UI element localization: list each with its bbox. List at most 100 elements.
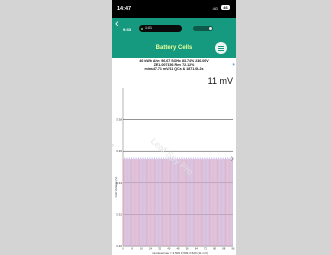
cell-bar bbox=[129, 159, 131, 246]
cell-bar bbox=[218, 157, 220, 246]
status-bar: 14:47 4G 46 bbox=[112, 0, 236, 18]
x-tick-label: 80 bbox=[213, 247, 216, 251]
cell-bar bbox=[173, 159, 175, 246]
cell-bar bbox=[131, 157, 133, 246]
x-tick-label: 48 bbox=[177, 247, 180, 251]
cell-bar bbox=[215, 157, 217, 246]
x-tick-label: 32 bbox=[158, 247, 161, 251]
cell-bar bbox=[165, 157, 167, 246]
cell-bar bbox=[143, 159, 145, 246]
cell-bar bbox=[153, 157, 155, 246]
cell-bar bbox=[150, 159, 152, 246]
cell-bar bbox=[205, 159, 207, 246]
cell-bar bbox=[197, 157, 199, 246]
cell-bar bbox=[140, 157, 142, 246]
cell-bar bbox=[211, 157, 213, 246]
chart-svg: 3.383.363.343.323.300 8 16 24 32 40 48 56 64 72 80… bbox=[114, 76, 235, 255]
x-tick-label: 8 bbox=[131, 247, 133, 251]
menu-button[interactable] bbox=[215, 42, 227, 54]
cell-bar bbox=[159, 159, 161, 246]
cell-bar bbox=[200, 159, 202, 246]
cell-bar bbox=[132, 159, 134, 246]
cell-bar bbox=[141, 159, 143, 246]
cell-bar bbox=[204, 157, 206, 246]
phone-screen: 14:47 4G 46 ‹ 9:33 1:01 Battery Cells 40… bbox=[112, 0, 236, 255]
cell-bar bbox=[198, 159, 200, 246]
next-page-arrow-icon[interactable]: › bbox=[230, 153, 234, 165]
chart-bars bbox=[123, 157, 233, 246]
cell-bar bbox=[163, 157, 165, 246]
cell-bar bbox=[169, 157, 172, 246]
x-tick-label: 96 bbox=[232, 247, 235, 251]
status-time: 14:47 bbox=[117, 6, 132, 12]
battery-badge: 46 bbox=[221, 5, 230, 10]
cell-bar bbox=[219, 159, 221, 246]
cell-bar bbox=[214, 159, 216, 246]
cell-bar bbox=[134, 159, 136, 246]
cell-bar bbox=[227, 157, 229, 246]
x-tick-label: 88 bbox=[222, 247, 225, 251]
back-chevron-icon[interactable]: ‹ bbox=[115, 19, 119, 30]
y-axis-label: Cell Voltage (V) bbox=[114, 177, 118, 198]
y-tick-label: 3.36 bbox=[116, 149, 122, 153]
cell-bar bbox=[176, 157, 178, 246]
cell-bar bbox=[228, 159, 230, 246]
cell-bar bbox=[136, 159, 138, 246]
cell-bar bbox=[230, 159, 232, 246]
cell-bar bbox=[231, 157, 233, 246]
call-controls[interactable] bbox=[193, 26, 213, 31]
cell-bar bbox=[221, 159, 223, 246]
cell-bar bbox=[128, 157, 130, 246]
star-icon[interactable]: * bbox=[232, 63, 235, 70]
x-tick-label: 72 bbox=[204, 247, 207, 251]
cell-bar bbox=[124, 157, 126, 246]
menu-line-icon bbox=[218, 47, 224, 49]
call-time: 9:33 bbox=[123, 27, 132, 32]
cell-bar bbox=[137, 157, 139, 246]
cell-bar bbox=[216, 159, 219, 246]
x-tick-label: 56 bbox=[186, 247, 189, 251]
cell-bar bbox=[152, 159, 154, 246]
cell-bar bbox=[220, 157, 222, 246]
cell-bar bbox=[172, 157, 174, 246]
x-tick-label: 16 bbox=[140, 247, 143, 251]
chart-title: 11 mV bbox=[208, 76, 233, 86]
cell-bar bbox=[229, 157, 231, 246]
cell-bar bbox=[212, 159, 214, 246]
cell-bar bbox=[203, 159, 205, 246]
x-tick-label: 64 bbox=[195, 247, 198, 251]
cell-bar bbox=[139, 159, 141, 246]
cell-bar bbox=[194, 159, 196, 246]
cell-bar bbox=[171, 159, 173, 246]
cell-bar bbox=[174, 157, 176, 246]
cell-bar bbox=[196, 159, 198, 246]
cell-bar bbox=[123, 159, 125, 246]
network-indicator: 4G bbox=[212, 6, 218, 11]
cell-bar bbox=[127, 159, 129, 246]
content-area: 40 kWh Ahr: 96.67 SOHc 83.74% 236.00V ZE… bbox=[112, 58, 236, 255]
x-tick-label: 24 bbox=[149, 247, 152, 251]
cell-bar bbox=[149, 157, 151, 246]
cell-bar bbox=[224, 157, 227, 246]
call-banner[interactable]: 1:01 bbox=[139, 25, 182, 32]
cell-bar bbox=[208, 157, 210, 246]
call-duration: 1:01 bbox=[145, 26, 152, 30]
cell-bar bbox=[180, 159, 182, 246]
cell-bar bbox=[210, 159, 212, 246]
cell-bar bbox=[164, 159, 166, 246]
cell-bar bbox=[160, 157, 162, 246]
cell-bar bbox=[222, 157, 224, 246]
menu-line-icon bbox=[218, 49, 224, 51]
cell-bar bbox=[199, 157, 201, 246]
y-tick-label: 3.32 bbox=[116, 212, 122, 216]
cell-bar bbox=[125, 159, 127, 246]
cell-bar bbox=[202, 157, 204, 246]
cell-bar bbox=[167, 157, 169, 246]
cell-bar bbox=[142, 157, 144, 246]
y-tick-label: 3.38 bbox=[116, 118, 122, 122]
cell-bar bbox=[179, 157, 181, 246]
x-axis-label: min/ave/max = 3.509 3.509 3.520 (11 mV) bbox=[152, 251, 208, 255]
cell-bar bbox=[158, 157, 160, 246]
toggle-knob bbox=[209, 27, 212, 30]
cell-bar bbox=[213, 157, 215, 246]
